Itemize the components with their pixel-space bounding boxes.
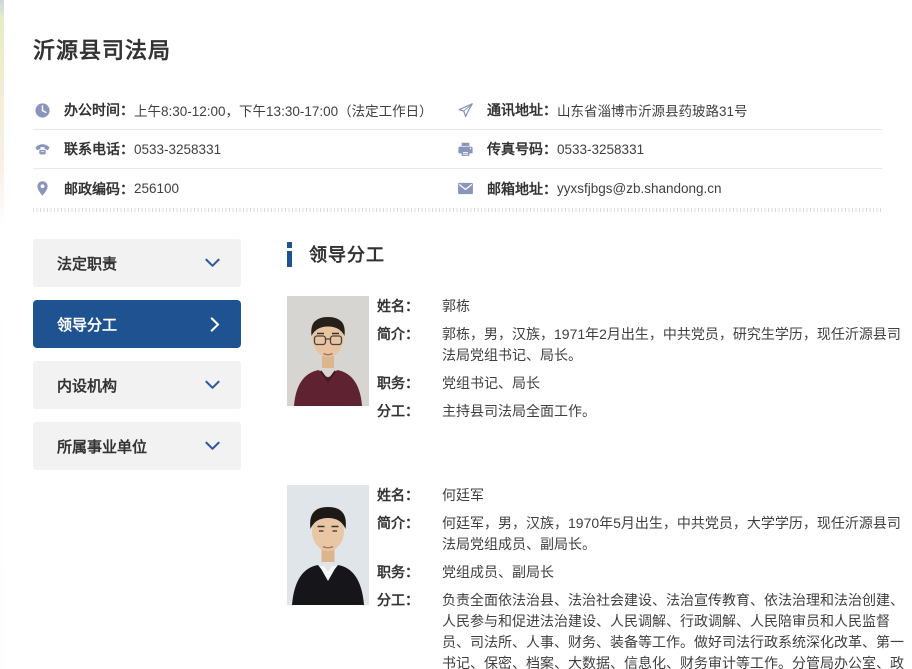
sidebar-item-affiliated-institutions[interactable]: 所属事业单位	[33, 422, 241, 470]
field-label: 分工：	[377, 401, 442, 422]
field-label: 分工：	[377, 590, 442, 669]
field-name: 姓名： 何廷军	[377, 485, 906, 506]
leader-photo	[287, 296, 369, 429]
contact-row-office-hours: 办公时间： 上午8:30-12:00，下午13:30-17:00（法定工作日）	[33, 91, 456, 130]
contact-value: 上午8:30-12:00，下午13:30-17:00（法定工作日）	[134, 100, 433, 120]
contact-label: 邮箱地址：	[487, 179, 557, 199]
contact-value: 0533-3258331	[557, 142, 644, 157]
field-label: 职务：	[377, 373, 442, 394]
page-left-edge-strip	[0, 0, 4, 669]
contact-row-fax: 传真号码： 0533-3258331	[456, 130, 882, 169]
leader-fields: 姓名： 郭栋 简介： 郭栋，男，汉族，1971年2月出生，中共党员，研究生学历，…	[377, 296, 906, 429]
chevron-right-icon	[210, 317, 220, 332]
contact-value: 256100	[134, 181, 179, 196]
section-title-marker	[287, 242, 292, 267]
field-value: 郭栋，男，汉族，1971年2月出生，中共党员，研究生学历，现任沂源县司法局党组书…	[442, 324, 906, 366]
field-label: 姓名：	[377, 485, 442, 506]
leader-fields: 姓名： 何廷军 简介： 何廷军，男，汉族，1970年5月出生，中共党员，大学学历…	[377, 485, 906, 669]
mail-icon	[457, 180, 474, 197]
leader-photo	[287, 485, 369, 669]
body-layout: 法定职责 领导分工 内设机构 所属事业单位	[33, 239, 906, 669]
field-value: 何廷军，男，汉族，1970年5月出生，中共党员，大学学历，现任沂源县司法局党组成…	[442, 513, 906, 555]
field-value: 主持县司法局全面工作。	[442, 401, 596, 422]
contact-label: 传真号码：	[487, 139, 557, 159]
field-label: 姓名：	[377, 296, 442, 317]
field-intro: 简介： 何廷军，男，汉族，1970年5月出生，中共党员，大学学历，现任沂源县司法…	[377, 513, 906, 555]
page: { "page": { "title": "沂源县司法局" }, "contac…	[0, 0, 912, 669]
leader-profile: 姓名： 郭栋 简介： 郭栋，男，汉族，1971年2月出生，中共党员，研究生学历，…	[287, 296, 906, 429]
sidebar-item-internal-organs[interactable]: 内设机构	[33, 361, 241, 409]
field-duty: 分工： 负责全面依法治县、法治社会建设、法治宣传教育、依法治理和法治创建、人民参…	[377, 590, 906, 669]
field-value: 党组书记、局长	[442, 373, 540, 394]
contact-label: 联系电话：	[64, 139, 134, 159]
contact-row-postcode: 邮政编码： 256100	[33, 169, 456, 208]
section-title: 领导分工	[309, 241, 385, 267]
sidebar-item-legal-duties[interactable]: 法定职责	[33, 239, 241, 287]
sidebar-item-leadership-division[interactable]: 领导分工	[33, 300, 241, 348]
sidebar: 法定职责 领导分工 内设机构 所属事业单位	[33, 239, 241, 483]
contact-info-grid: 办公时间： 上午8:30-12:00，下午13:30-17:00（法定工作日） …	[33, 91, 882, 208]
contact-row-address: 通讯地址： 山东省淄博市沂源县药玻路31号	[456, 91, 882, 130]
field-label: 职务：	[377, 562, 442, 583]
dotted-divider	[33, 208, 882, 212]
phone-icon	[34, 141, 51, 158]
field-name: 姓名： 郭栋	[377, 296, 906, 317]
field-label: 简介：	[377, 324, 442, 366]
field-position: 职务： 党组书记、局长	[377, 373, 906, 394]
contact-value: yyxsfjbgs@zb.shandong.cn	[557, 181, 722, 196]
contact-label: 办公时间：	[64, 100, 134, 120]
contact-row-phone: 联系电话： 0533-3258331	[33, 130, 456, 169]
field-value: 党组成员、副局长	[442, 562, 554, 583]
sidebar-item-label: 所属事业单位	[57, 436, 147, 457]
contact-label: 通讯地址：	[487, 100, 557, 120]
clock-icon	[34, 102, 51, 119]
section-title-row: 领导分工	[287, 241, 906, 267]
sidebar-item-label: 内设机构	[57, 375, 117, 396]
send-icon	[457, 102, 474, 119]
page-title: 沂源县司法局	[33, 0, 906, 65]
contact-row-email: 邮箱地址： yyxsfjbgs@zb.shandong.cn	[456, 169, 882, 208]
location-icon	[34, 180, 51, 197]
chevron-down-icon	[205, 258, 220, 268]
field-value: 郭栋	[442, 296, 470, 317]
fax-icon	[457, 141, 474, 158]
main-content: 领导分工	[287, 239, 906, 669]
field-value: 负责全面依法治县、法治社会建设、法治宣传教育、依法治理和法治创建、人民参与和促进…	[442, 590, 906, 669]
field-position: 职务： 党组成员、副局长	[377, 562, 906, 583]
field-intro: 简介： 郭栋，男，汉族，1971年2月出生，中共党员，研究生学历，现任沂源县司法…	[377, 324, 906, 366]
field-label: 简介：	[377, 513, 442, 555]
contact-value: 山东省淄博市沂源县药玻路31号	[557, 100, 748, 120]
sidebar-item-label: 领导分工	[57, 314, 117, 335]
leader-profile: 姓名： 何廷军 简介： 何廷军，男，汉族，1970年5月出生，中共党员，大学学历…	[287, 485, 906, 669]
chevron-down-icon	[205, 441, 220, 451]
chevron-down-icon	[205, 380, 220, 390]
contact-value: 0533-3258331	[134, 142, 221, 157]
content-container: 沂源县司法局 办公时间： 上午8:30-12:00，下午13:30-17:00（…	[33, 0, 906, 669]
contact-label: 邮政编码：	[64, 179, 134, 199]
sidebar-item-label: 法定职责	[57, 253, 117, 274]
field-duty: 分工： 主持县司法局全面工作。	[377, 401, 906, 422]
field-value: 何廷军	[442, 485, 484, 506]
